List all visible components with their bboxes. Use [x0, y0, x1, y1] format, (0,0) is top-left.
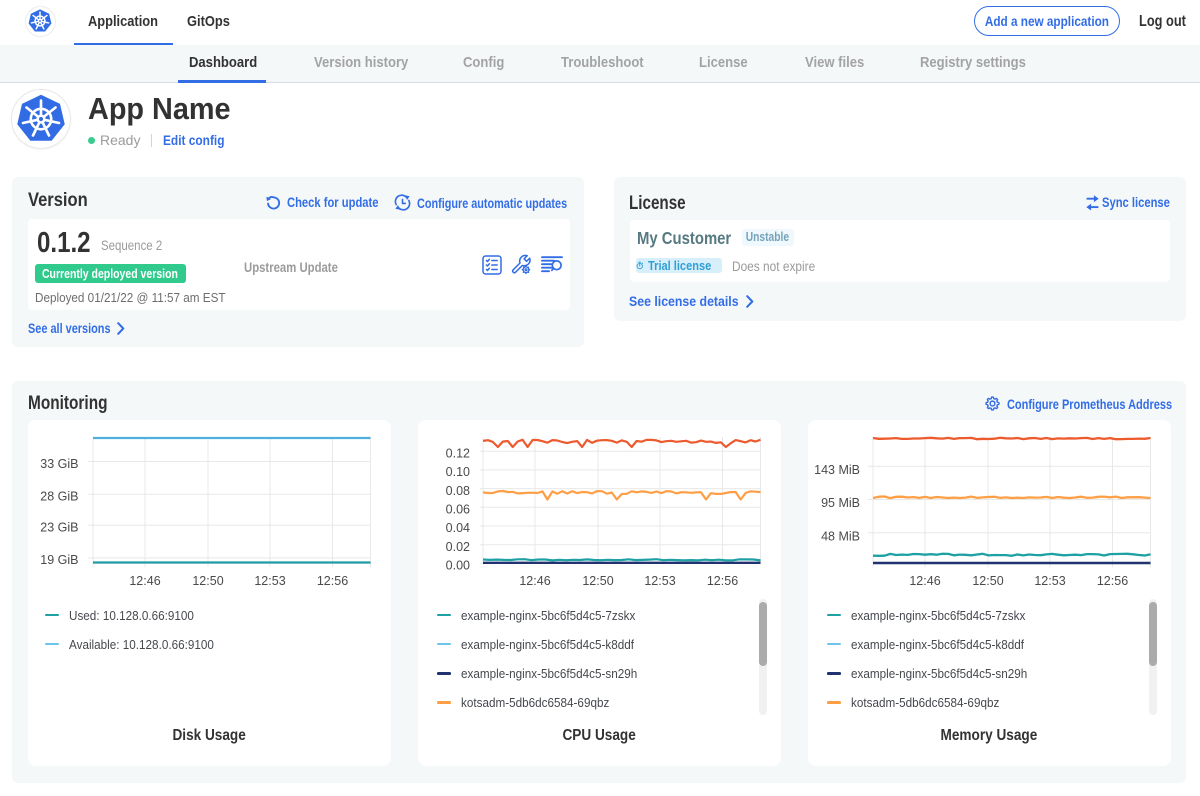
svg-text:12:50: 12:50 [582, 574, 613, 588]
svg-text:19 GiB: 19 GiB [40, 553, 78, 567]
svg-text:0.10: 0.10 [445, 465, 469, 479]
svg-text:12:53: 12:53 [254, 574, 285, 588]
svg-text:12:53: 12:53 [1034, 574, 1065, 588]
svg-text:12:56: 12:56 [1097, 574, 1128, 588]
svg-text:12:50: 12:50 [192, 574, 223, 588]
svg-text:0.04: 0.04 [445, 521, 469, 535]
svg-text:0.06: 0.06 [445, 503, 469, 517]
svg-text:12:53: 12:53 [644, 574, 675, 588]
svg-text:12:46: 12:46 [129, 574, 160, 588]
svg-text:12:46: 12:46 [909, 574, 940, 588]
svg-text:0.12: 0.12 [445, 446, 469, 460]
svg-text:33 GiB: 33 GiB [40, 457, 78, 471]
svg-text:0.08: 0.08 [445, 484, 469, 498]
svg-text:12:56: 12:56 [707, 574, 738, 588]
svg-text:0.02: 0.02 [445, 540, 469, 554]
svg-text:12:46: 12:46 [519, 574, 550, 588]
svg-text:12:50: 12:50 [972, 574, 1003, 588]
svg-text:28 GiB: 28 GiB [40, 490, 78, 504]
svg-text:143 MiB: 143 MiB [814, 463, 860, 477]
svg-text:0.00: 0.00 [445, 559, 469, 573]
svg-text:48 MiB: 48 MiB [821, 529, 860, 543]
svg-text:95 MiB: 95 MiB [821, 496, 860, 510]
svg-text:23 GiB: 23 GiB [40, 521, 78, 535]
svg-text:12:56: 12:56 [316, 574, 347, 588]
